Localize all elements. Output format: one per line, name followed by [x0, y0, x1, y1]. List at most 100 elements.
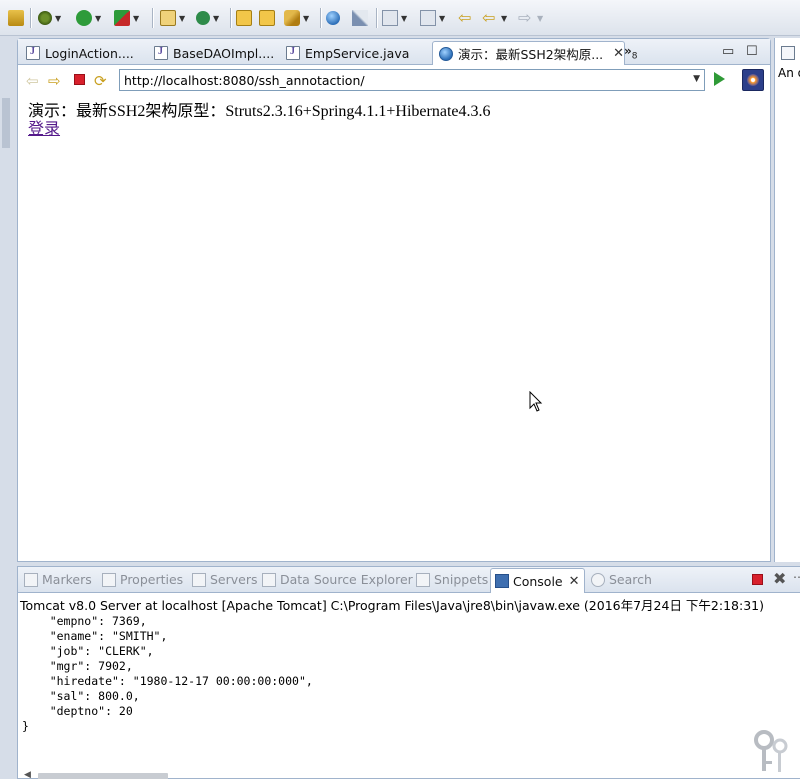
- open-resource-button[interactable]: [259, 8, 275, 28]
- previous-annotation-button[interactable]: ▼: [420, 8, 445, 28]
- left-trim-handle[interactable]: [2, 98, 10, 148]
- tab-snippets[interactable]: Snippets: [416, 572, 488, 587]
- remove-launch-button[interactable]: ✖: [773, 569, 786, 588]
- eclipse-icon[interactable]: [742, 69, 764, 91]
- toolbar-separator: [230, 8, 231, 28]
- new-wizard-icon: [160, 10, 176, 26]
- close-icon[interactable]: ✕: [613, 46, 624, 61]
- debug-button[interactable]: ▼: [38, 8, 61, 28]
- toggle-mark-button[interactable]: [352, 8, 368, 28]
- external-tools-button[interactable]: ▼: [114, 8, 139, 28]
- chevron-down-icon: ▼: [537, 13, 544, 23]
- tab-label: Servers: [210, 572, 258, 587]
- last-edit-button[interactable]: ⇦: [458, 8, 474, 28]
- outline-icon[interactable]: [781, 46, 795, 60]
- tab-properties[interactable]: Properties: [102, 572, 183, 587]
- tab-label: BaseDAOImpl....: [173, 45, 275, 61]
- tab-label: Markers: [42, 572, 92, 587]
- chevron-down-icon: ▼: [439, 13, 446, 23]
- next-annotation-icon: [382, 10, 398, 26]
- more-tabs-button[interactable]: »8: [624, 44, 638, 61]
- chevron-down-icon: ▼: [55, 13, 62, 23]
- tab-label: Snippets: [434, 572, 489, 587]
- folder-icon: [259, 10, 275, 26]
- search-button[interactable]: ▼: [284, 8, 309, 28]
- minimize-button[interactable]: ▭: [722, 44, 734, 59]
- chevron-down-icon: ▼: [133, 13, 140, 23]
- tab-login-action[interactable]: LoginAction....: [20, 42, 134, 64]
- login-link[interactable]: 登录: [28, 121, 60, 138]
- tab-markers[interactable]: Markers: [24, 572, 92, 587]
- tab-label: Properties: [120, 572, 184, 587]
- tab-label: 演示：最新SSH2架构原...: [458, 47, 604, 62]
- left-trim: [0, 38, 12, 778]
- skip-breakpoints-icon: [8, 10, 24, 26]
- toolbar-separator: [320, 8, 321, 28]
- page-title: 演示：最新SSH2架构原型：Struts2.3.16+Spring4.1.1+H…: [28, 103, 491, 120]
- chevron-down-icon: ▼: [303, 13, 310, 23]
- tab-emp-service[interactable]: EmpService.java: [280, 42, 409, 64]
- more-tabs-icon: »: [624, 44, 632, 58]
- console-output[interactable]: "empno": 7369, "ename": "SMITH", "job": …: [22, 614, 313, 734]
- toolbar-separator: [152, 8, 153, 28]
- chevron-down-icon: ▼: [95, 13, 102, 23]
- forward-arrow-icon: ⇨: [518, 8, 532, 27]
- toolbar-separator: [30, 8, 31, 28]
- tab-console[interactable]: Console ✕: [490, 568, 585, 593]
- scrollbar-thumb[interactable]: [38, 773, 168, 779]
- horizontal-scrollbar[interactable]: ◀: [22, 770, 800, 779]
- search-icon: [591, 572, 605, 587]
- chevron-down-icon[interactable]: ▼: [693, 74, 700, 84]
- servers-icon: [192, 572, 206, 587]
- tab-label: Search: [609, 572, 652, 587]
- new-wizard-button[interactable]: ▼: [160, 8, 185, 28]
- tab-search[interactable]: Search: [591, 572, 652, 587]
- snippets-icon: [416, 572, 430, 587]
- java-file-icon: [154, 46, 168, 60]
- outline-text: An o: [778, 66, 800, 80]
- mouse-cursor-icon: [529, 391, 543, 412]
- browser-nav-bar: ⇦ ⇨ ⟳ http://localhost:8080/ssh_annotact…: [18, 66, 770, 94]
- close-icon[interactable]: ✕: [569, 574, 580, 589]
- tab-data-source-explorer[interactable]: Data Source Explorer: [262, 572, 413, 587]
- more-tabs-count: 8: [631, 51, 638, 62]
- external-tools-icon: [114, 10, 130, 26]
- tab-label: EmpService.java: [305, 45, 410, 61]
- database-icon: [262, 572, 276, 587]
- java-file-icon: [286, 46, 300, 60]
- refresh-icon[interactable]: ⟳: [94, 72, 107, 90]
- chevron-down-icon: ▼: [401, 13, 408, 23]
- next-annotation-button[interactable]: ▼: [382, 8, 407, 28]
- tab-base-dao-impl[interactable]: BaseDAOImpl....: [148, 42, 274, 64]
- stop-icon[interactable]: [74, 74, 85, 85]
- flashlight-icon: [284, 10, 300, 26]
- open-type-button[interactable]: [236, 8, 252, 28]
- tab-label: LoginAction....: [45, 45, 134, 61]
- properties-icon: [102, 572, 116, 587]
- terminate-button[interactable]: [752, 574, 763, 585]
- last-edit-icon: ⇦: [458, 8, 472, 27]
- globe-icon: [439, 46, 453, 61]
- chevron-down-icon: ▼: [213, 13, 220, 23]
- chevron-down-icon: ▼: [179, 13, 186, 23]
- skip-breakpoints-button[interactable]: [8, 8, 24, 28]
- chevron-left-icon[interactable]: ◀: [24, 770, 31, 779]
- view-tab-bar: Markers Properties Servers Data Source E…: [18, 567, 800, 593]
- back-arrow-icon[interactable]: ⇦: [26, 72, 39, 90]
- tab-browser-demo[interactable]: 演示：最新SSH2架构原... ✕: [432, 41, 626, 65]
- bug-icon: [38, 11, 52, 25]
- forward-arrow-icon[interactable]: ⇨: [48, 72, 61, 90]
- url-text: http://localhost:8080/ssh_annotaction/: [124, 72, 365, 88]
- run-button[interactable]: ▼: [76, 8, 101, 28]
- maximize-button[interactable]: ☐: [746, 44, 758, 59]
- more-actions-button[interactable]: ⋯: [793, 570, 800, 584]
- url-input[interactable]: http://localhost:8080/ssh_annotaction/ ▼: [119, 69, 705, 91]
- tab-label: Console: [513, 573, 563, 589]
- new-class-button[interactable]: ▼: [196, 8, 219, 28]
- tab-servers[interactable]: Servers: [192, 572, 258, 587]
- console-panel: Markers Properties Servers Data Source E…: [17, 566, 800, 779]
- forward-button[interactable]: ⇨ ▼: [518, 8, 543, 28]
- go-button[interactable]: [714, 72, 725, 86]
- back-button[interactable]: ⇦ ▼: [482, 8, 507, 28]
- open-browser-button[interactable]: [326, 8, 340, 28]
